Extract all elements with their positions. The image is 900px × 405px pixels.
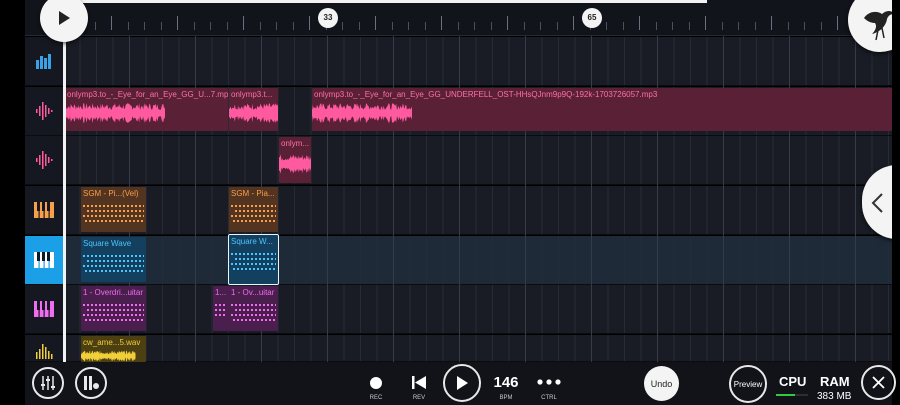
play-button[interactable] [443, 364, 481, 402]
clip-piano-magenta-c[interactable]: 1 - Ov...uitar [229, 286, 278, 331]
ctrl-label: CTRL [541, 395, 557, 401]
undo-button[interactable]: Undo [644, 366, 679, 401]
daw-app: 33 65 onlymp3.to_-_Eye_for_an_Eye_GG_U..… [0, 0, 900, 405]
waveform [229, 103, 278, 123]
clip-piano-blue-b[interactable]: Square W... [228, 234, 279, 285]
ram-meter: RAM 383 MB [815, 362, 855, 405]
clip-piano-blue-a[interactable]: Square Wave [81, 237, 146, 282]
clip-label: SGM - Pia... [231, 189, 275, 198]
track-header-audio-1[interactable] [25, 87, 63, 136]
clip-label: SGM - Pi...(Vel) [83, 189, 139, 198]
clip-label: 1 - Ov...uitar [231, 288, 275, 297]
audio-waveform-icon [36, 102, 53, 120]
rewind-control[interactable]: REV [408, 362, 430, 405]
bottom-toolbar: REC REV 146 BPM CTRL Undo Preview CPU RA… [25, 362, 896, 405]
ruler-marker-65[interactable]: 65 [582, 8, 602, 28]
record-control[interactable]: REC [365, 362, 387, 405]
close-icon [872, 376, 885, 389]
ram-value: 383 MB [817, 391, 852, 402]
lane-drums[interactable] [63, 37, 892, 86]
preview-label: Preview [733, 379, 763, 389]
audio-waveform-icon [36, 151, 53, 169]
song-progress-bar [65, 0, 707, 3]
cpu-label: CPU [779, 374, 807, 389]
clip-audio-2a[interactable]: onlym... [279, 137, 311, 183]
clip-label: onlym... [281, 139, 310, 148]
mixer-sliders-icon [41, 376, 55, 390]
clip-label: 1 - Overdri...uitar [83, 288, 144, 297]
lane-piano-blue[interactable] [63, 236, 892, 285]
clip-piano-orange-a[interactable]: SGM - Pi...(Vel) [81, 187, 146, 232]
play-icon [457, 376, 468, 390]
piano-keys-icon [34, 202, 54, 218]
close-button[interactable] [861, 365, 896, 400]
clip-piano-orange-b[interactable]: SGM - Pia... [229, 187, 278, 232]
track-header-piano-magenta[interactable] [25, 285, 63, 334]
track-header-piano-blue[interactable] [25, 236, 63, 285]
more-dots-icon [537, 379, 561, 385]
mixer-button[interactable] [32, 367, 64, 399]
track-header-drums[interactable] [25, 37, 63, 86]
ram-label: RAM [820, 374, 850, 389]
lane-audio-2[interactable] [63, 136, 892, 185]
clip-label: Square Wave [83, 239, 132, 248]
clip-label: onlymp3.t... [231, 90, 273, 99]
preview-button[interactable]: Preview [729, 365, 767, 403]
piano-keys-icon [34, 301, 54, 317]
clip-audio-1c[interactable]: onlymp3.to_-_Eye_for_an_Eye_GG_UNDERFELL… [312, 88, 892, 131]
audio-waveform-icon [36, 344, 53, 359]
track-header-piano-orange[interactable] [25, 186, 63, 235]
track-header-audio-2[interactable] [25, 136, 63, 185]
clip-label: onlymp3.to_-_Eye_for_an_Eye_GG_U...7.mp3 [67, 90, 228, 99]
piano-settings-icon [84, 376, 99, 390]
right-edge [892, 0, 900, 405]
skip-back-icon [412, 376, 426, 389]
playhead[interactable] [63, 30, 66, 362]
track-header-audio-yellow[interactable] [25, 335, 63, 362]
rev-label: REV [412, 395, 426, 401]
drum-pads-icon [36, 54, 51, 69]
lane-piano-magenta[interactable] [63, 285, 892, 334]
ctrl-control[interactable]: CTRL [536, 362, 562, 405]
cpu-meter-bar [776, 394, 808, 396]
bpm-control[interactable]: 146 BPM [490, 362, 522, 405]
waveform [81, 350, 136, 362]
clip-label: onlymp3.to_-_Eye_for_an_Eye_GG_UNDERFELL… [314, 90, 658, 99]
clip-label: Square W... [231, 237, 273, 246]
undo-label: Undo [650, 378, 673, 389]
lane-audio-yellow[interactable] [63, 335, 892, 362]
instruments-button[interactable] [75, 367, 107, 399]
piano-keys-icon [34, 252, 54, 268]
clip-label: 1... [215, 288, 227, 297]
ruler-marker-33[interactable]: 33 [318, 8, 338, 28]
lane-piano-orange[interactable] [63, 186, 892, 235]
clip-label: cw_ame...5.wav [83, 338, 141, 347]
clip-piano-magenta-a[interactable]: 1 - Overdri...uitar [81, 286, 146, 331]
clip-audio-yellow-a[interactable]: cw_ame...5.wav [81, 336, 146, 362]
clip-audio-1b[interactable]: onlymp3.t... [229, 88, 278, 131]
waveform [312, 103, 412, 123]
waveform [279, 154, 311, 174]
clip-piano-magenta-b[interactable]: 1... [213, 286, 229, 331]
bpm-label: BPM [499, 395, 513, 401]
chevron-left-icon [871, 193, 883, 213]
timeline-ruler[interactable]: 33 65 [25, 0, 892, 36]
cpu-meter: CPU [775, 362, 809, 405]
bpm-value: 146 [493, 374, 519, 391]
waveform [65, 103, 165, 123]
rec-label: REC [369, 395, 383, 401]
clip-audio-1a[interactable]: onlymp3.to_-_Eye_for_an_Eye_GG_U...7.mp3 [65, 88, 228, 131]
play-icon [59, 11, 70, 25]
record-icon [370, 377, 382, 389]
left-edge [0, 0, 25, 405]
